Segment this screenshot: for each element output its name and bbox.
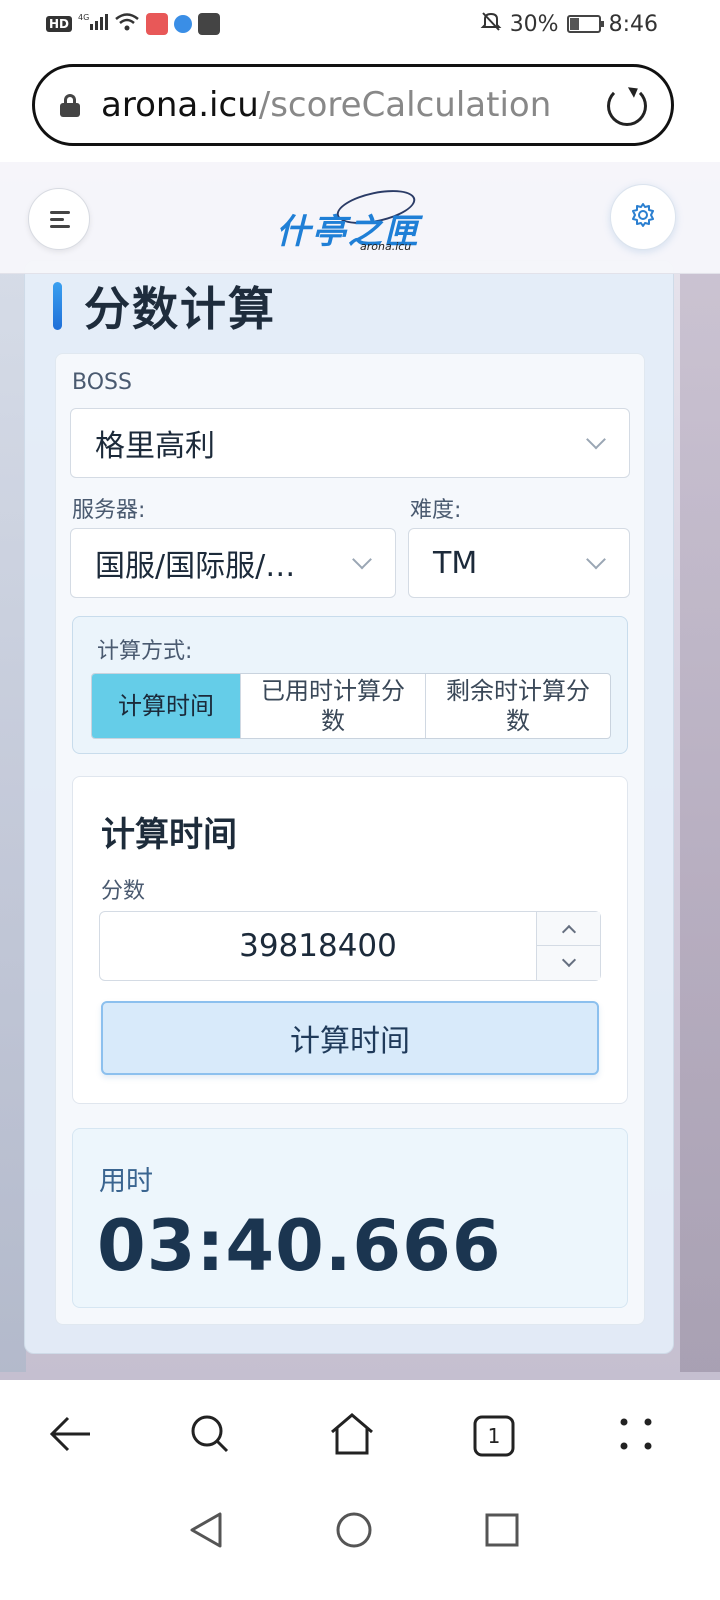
increment-button[interactable] [537,912,601,946]
system-back-button[interactable] [178,1504,234,1560]
status-bar: HD 4G 30% 8:46 [0,0,720,50]
chevron-down-icon [352,549,372,570]
back-button[interactable] [42,1408,98,1464]
battery-percent: 30% [509,11,559,37]
site-logo[interactable]: 什亭之匣 arona.icu [276,184,436,258]
system-recents-button[interactable] [474,1504,530,1560]
calc-section-title: 计算时间 [101,815,237,855]
app-notification-icon [146,13,169,35]
decrement-button[interactable] [537,946,601,980]
svg-text:4G: 4G [78,13,89,22]
url-path: /scoreCalculation [258,85,552,125]
form-panel: BOSS 格里高利 服务器: 国服/国际服/… 难度: TM 计算方式: 计算时… [55,353,645,1325]
wifi-icon [114,12,140,36]
site-header: 什亭之匣 arona.icu [0,162,720,274]
triangle-back-icon [186,1510,226,1554]
gear-icon [630,202,656,232]
score-stepper [536,912,601,980]
chevron-down-icon [561,952,577,968]
method-option-remaining-score[interactable]: 剩余时计算分数 [425,674,610,738]
calc-method-segmented: 计算时间 已用时计算分数 剩余时计算分数 [91,673,611,739]
result-label: 用时 [99,1166,153,1197]
browser-toolbar: 1 [0,1380,720,1490]
home-button[interactable] [324,1408,380,1464]
method-option-calc-time[interactable]: 计算时间 [92,674,240,738]
settings-button[interactable] [610,184,676,250]
menu-button[interactable] [28,188,90,250]
boss-select[interactable]: 格里高利 [70,408,630,478]
circle-home-icon [334,1510,374,1554]
hd-indicator: HD [46,16,73,32]
score-input-value[interactable]: 39818400 [100,912,536,980]
server-label: 服务器: [72,498,146,523]
home-icon [329,1412,375,1460]
difficulty-select-value: TM [433,545,478,581]
more-button[interactable] [608,1408,664,1464]
method-option-elapsed-score[interactable]: 已用时计算分数 [240,674,425,738]
calc-time-box: 计算时间 分数 39818400 计算时间 [72,776,628,1104]
chevron-down-icon [586,429,606,450]
search-button[interactable] [182,1408,238,1464]
square-recents-icon [482,1510,522,1554]
calculate-time-button[interactable]: 计算时间 [101,1001,599,1075]
status-right: 30% 8:46 [480,10,658,38]
app-notification-icon-3 [198,13,221,35]
battery-icon [566,15,604,33]
server-select[interactable]: 国服/国际服/… [70,528,396,598]
chevron-down-icon [586,549,606,570]
search-icon [189,1413,231,1459]
score-input[interactable]: 39818400 [99,911,601,981]
url-host: arona.icu [101,85,259,125]
difficulty-select[interactable]: TM [408,528,630,598]
page-title: 分数计算 [84,282,276,336]
calc-method-label: 计算方式: [97,639,193,664]
page-title-row: 分数计算 [53,273,276,339]
system-home-button[interactable] [326,1504,382,1560]
server-select-value: 国服/国际服/… [95,549,296,584]
app-notification-icon-2 [174,15,193,33]
difficulty-label: 难度: [410,498,462,523]
status-left: HD 4G [46,12,221,36]
back-arrow-icon [48,1414,92,1458]
clock: 8:46 [608,11,658,37]
signal-icon: 4G [78,12,109,36]
reload-icon[interactable] [607,86,647,126]
boss-label: BOSS [72,370,132,395]
tab-count: 1 [487,1424,501,1448]
title-accent-bar [53,282,62,330]
score-calculation-card: 分数计算 BOSS 格里高利 服务器: 国服/国际服/… 难度: TM 计算方式… [24,260,674,1354]
mute-icon [480,10,502,38]
result-box: 用时 03:40.666 [72,1128,628,1308]
result-value: 03:40.666 [97,1205,502,1287]
logo-subtitle: arona.icu [360,240,412,253]
calc-method-box: 计算方式: 计算时间 已用时计算分数 剩余时计算分数 [72,616,628,754]
tabs-button[interactable]: 1 [466,1408,522,1464]
address-bar[interactable]: arona.icu/scoreCalculation [32,64,674,146]
more-dots-icon [616,1414,656,1458]
system-nav-bar [0,1490,720,1600]
boss-select-value: 格里高利 [95,429,215,464]
chevron-up-icon [561,924,577,939]
lock-icon [59,94,81,117]
score-label: 分数 [101,879,146,904]
